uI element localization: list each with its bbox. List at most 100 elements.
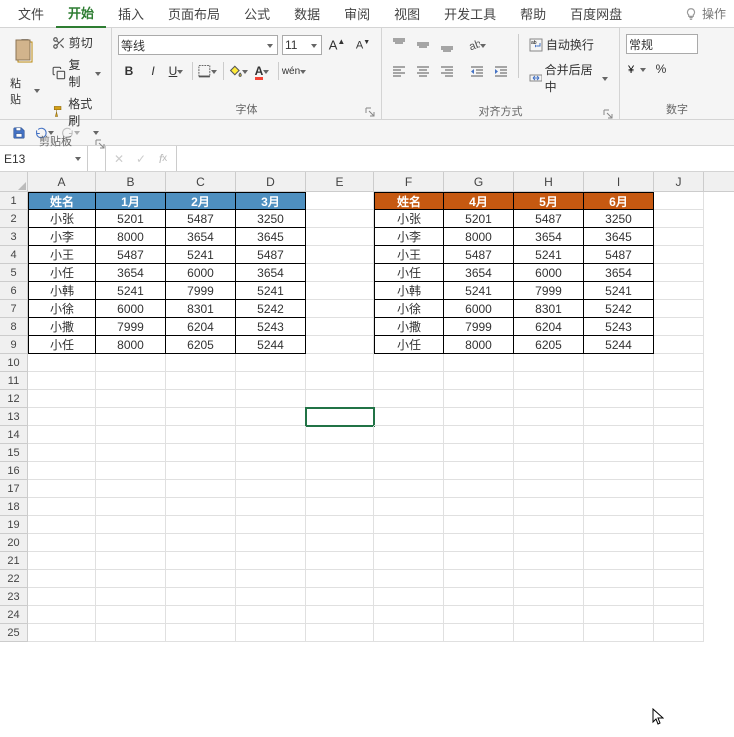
number-format-combo[interactable]: 常规 [626,34,698,54]
cell[interactable]: 3654 [514,228,584,246]
cell[interactable]: 3654 [444,264,514,282]
cell[interactable] [236,408,306,426]
cell[interactable] [374,444,444,462]
cell[interactable] [584,534,654,552]
cell[interactable] [654,228,704,246]
cell[interactable] [306,462,374,480]
cell[interactable] [444,372,514,390]
cell[interactable] [306,534,374,552]
cell[interactable] [306,390,374,408]
cell[interactable] [236,624,306,642]
cell[interactable] [374,480,444,498]
cell[interactable]: 小撒 [28,318,96,336]
cell[interactable]: 6000 [96,300,166,318]
cell[interactable] [654,588,704,606]
tab-home[interactable]: 开始 [56,0,106,28]
cell[interactable] [584,408,654,426]
cell[interactable] [236,588,306,606]
cell[interactable] [374,570,444,588]
cell[interactable]: 5242 [584,300,654,318]
cell[interactable]: 小徐 [374,300,444,318]
cell[interactable]: 7999 [514,282,584,300]
orientation-button[interactable]: ab [466,34,488,56]
cell[interactable]: 3250 [236,210,306,228]
cell[interactable]: 5244 [584,336,654,354]
cell[interactable] [96,480,166,498]
decrease-indent-button[interactable] [466,60,488,82]
row-header[interactable]: 12 [0,390,28,408]
align-right-button[interactable] [436,60,458,82]
cell[interactable]: 3654 [166,228,236,246]
cell[interactable] [444,624,514,642]
border-button[interactable] [197,60,219,82]
cell[interactable] [166,444,236,462]
cell[interactable]: 5487 [166,210,236,228]
cell[interactable] [654,246,704,264]
cell[interactable] [584,588,654,606]
cell[interactable]: 7999 [96,318,166,336]
cell[interactable] [654,480,704,498]
cell[interactable] [306,372,374,390]
cell[interactable] [306,246,374,264]
cell[interactable] [374,426,444,444]
cell[interactable]: 3645 [584,228,654,246]
cell[interactable] [28,354,96,372]
cell[interactable] [654,462,704,480]
cell[interactable]: 1月 [96,192,166,210]
tab-file[interactable]: 文件 [6,0,56,27]
cell[interactable]: 6205 [514,336,584,354]
cell[interactable]: 6205 [166,336,236,354]
cell[interactable] [306,210,374,228]
cell[interactable]: 小撒 [374,318,444,336]
cell[interactable] [306,624,374,642]
cell[interactable]: 8000 [444,336,514,354]
cell[interactable] [654,516,704,534]
cell[interactable]: 6000 [166,264,236,282]
cell[interactable]: 5241 [514,246,584,264]
cell[interactable] [654,534,704,552]
cell[interactable] [28,516,96,534]
cell[interactable]: 小张 [28,210,96,228]
cell[interactable] [306,498,374,516]
cell[interactable] [306,426,374,444]
tab-insert[interactable]: 插入 [106,0,156,27]
cell[interactable] [166,624,236,642]
cell[interactable] [306,408,374,426]
cancel-button[interactable]: ✕ [108,148,130,170]
row-header[interactable]: 22 [0,570,28,588]
cell[interactable]: 5243 [236,318,306,336]
fx-button[interactable]: fx [152,148,174,170]
cell[interactable] [584,570,654,588]
cell[interactable] [654,282,704,300]
cell[interactable] [236,444,306,462]
cell[interactable]: 小韩 [28,282,96,300]
cell[interactable]: 小张 [374,210,444,228]
cell[interactable] [584,354,654,372]
cell[interactable]: 5242 [236,300,306,318]
tab-layout[interactable]: 页面布局 [156,0,232,27]
spreadsheet-grid[interactable]: ABCDEFGHIJ 1姓名1月2月3月姓名4月5月6月2小张520154873… [0,172,734,737]
cell[interactable] [166,462,236,480]
cell[interactable] [444,534,514,552]
cell[interactable] [514,480,584,498]
bold-button[interactable]: B [118,60,140,82]
row-header[interactable]: 20 [0,534,28,552]
fill-color-button[interactable] [228,60,250,82]
cell[interactable] [306,606,374,624]
cell[interactable] [306,570,374,588]
cell[interactable] [374,498,444,516]
decrease-font-button[interactable]: A▼ [352,34,374,56]
cell[interactable] [514,354,584,372]
cell[interactable] [166,426,236,444]
cell[interactable]: 5241 [96,282,166,300]
cell[interactable] [306,552,374,570]
cell[interactable] [236,498,306,516]
row-header[interactable]: 21 [0,552,28,570]
cell[interactable] [306,300,374,318]
cell[interactable] [444,462,514,480]
italic-button[interactable]: I [142,60,164,82]
cell[interactable] [584,498,654,516]
tab-baidu[interactable]: 百度网盘 [558,0,634,27]
cell[interactable]: 5487 [584,246,654,264]
column-header[interactable]: C [166,172,236,191]
